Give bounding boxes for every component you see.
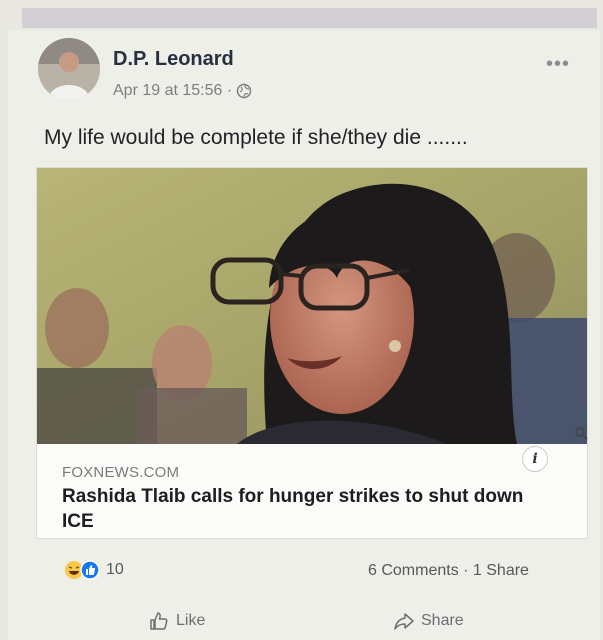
like-thumb-icon — [150, 612, 168, 630]
author-name[interactable]: D.P. Leonard — [113, 48, 234, 71]
share-button[interactable]: Share — [393, 610, 464, 632]
info-icon[interactable]: i — [522, 446, 548, 472]
like-button[interactable]: Like — [148, 610, 205, 632]
like-label: Like — [176, 612, 206, 629]
link-preview-image[interactable] — [37, 168, 587, 444]
author-avatar[interactable] — [38, 38, 100, 100]
more-options-button[interactable]: ••• — [546, 53, 570, 76]
zoom-icon[interactable] — [574, 426, 588, 440]
share-label: Share — [421, 612, 464, 629]
like-reaction-icon — [80, 560, 100, 580]
link-source[interactable]: FOXNEWS.COM — [62, 464, 179, 481]
post-timestamp[interactable]: Apr 19 at 15:56 · — [113, 82, 252, 100]
timestamp-text: Apr 19 at 15:56 · — [113, 82, 233, 99]
post-text: My life would be complete if she/they di… — [44, 126, 468, 149]
browser-top-bar — [22, 8, 597, 28]
reaction-count: 10 — [106, 561, 124, 578]
comments-shares-count[interactable]: 6 Comments · 1 Share — [368, 562, 529, 580]
link-headline[interactable]: Rashida Tlaib calls for hunger strikes t… — [62, 484, 532, 534]
reactions-summary[interactable]: 10 — [64, 560, 124, 580]
share-arrow-icon — [394, 613, 414, 630]
globe-icon — [236, 83, 252, 99]
more-icon: ••• — [546, 53, 571, 75]
link-preview-card[interactable]: i — [37, 168, 587, 538]
